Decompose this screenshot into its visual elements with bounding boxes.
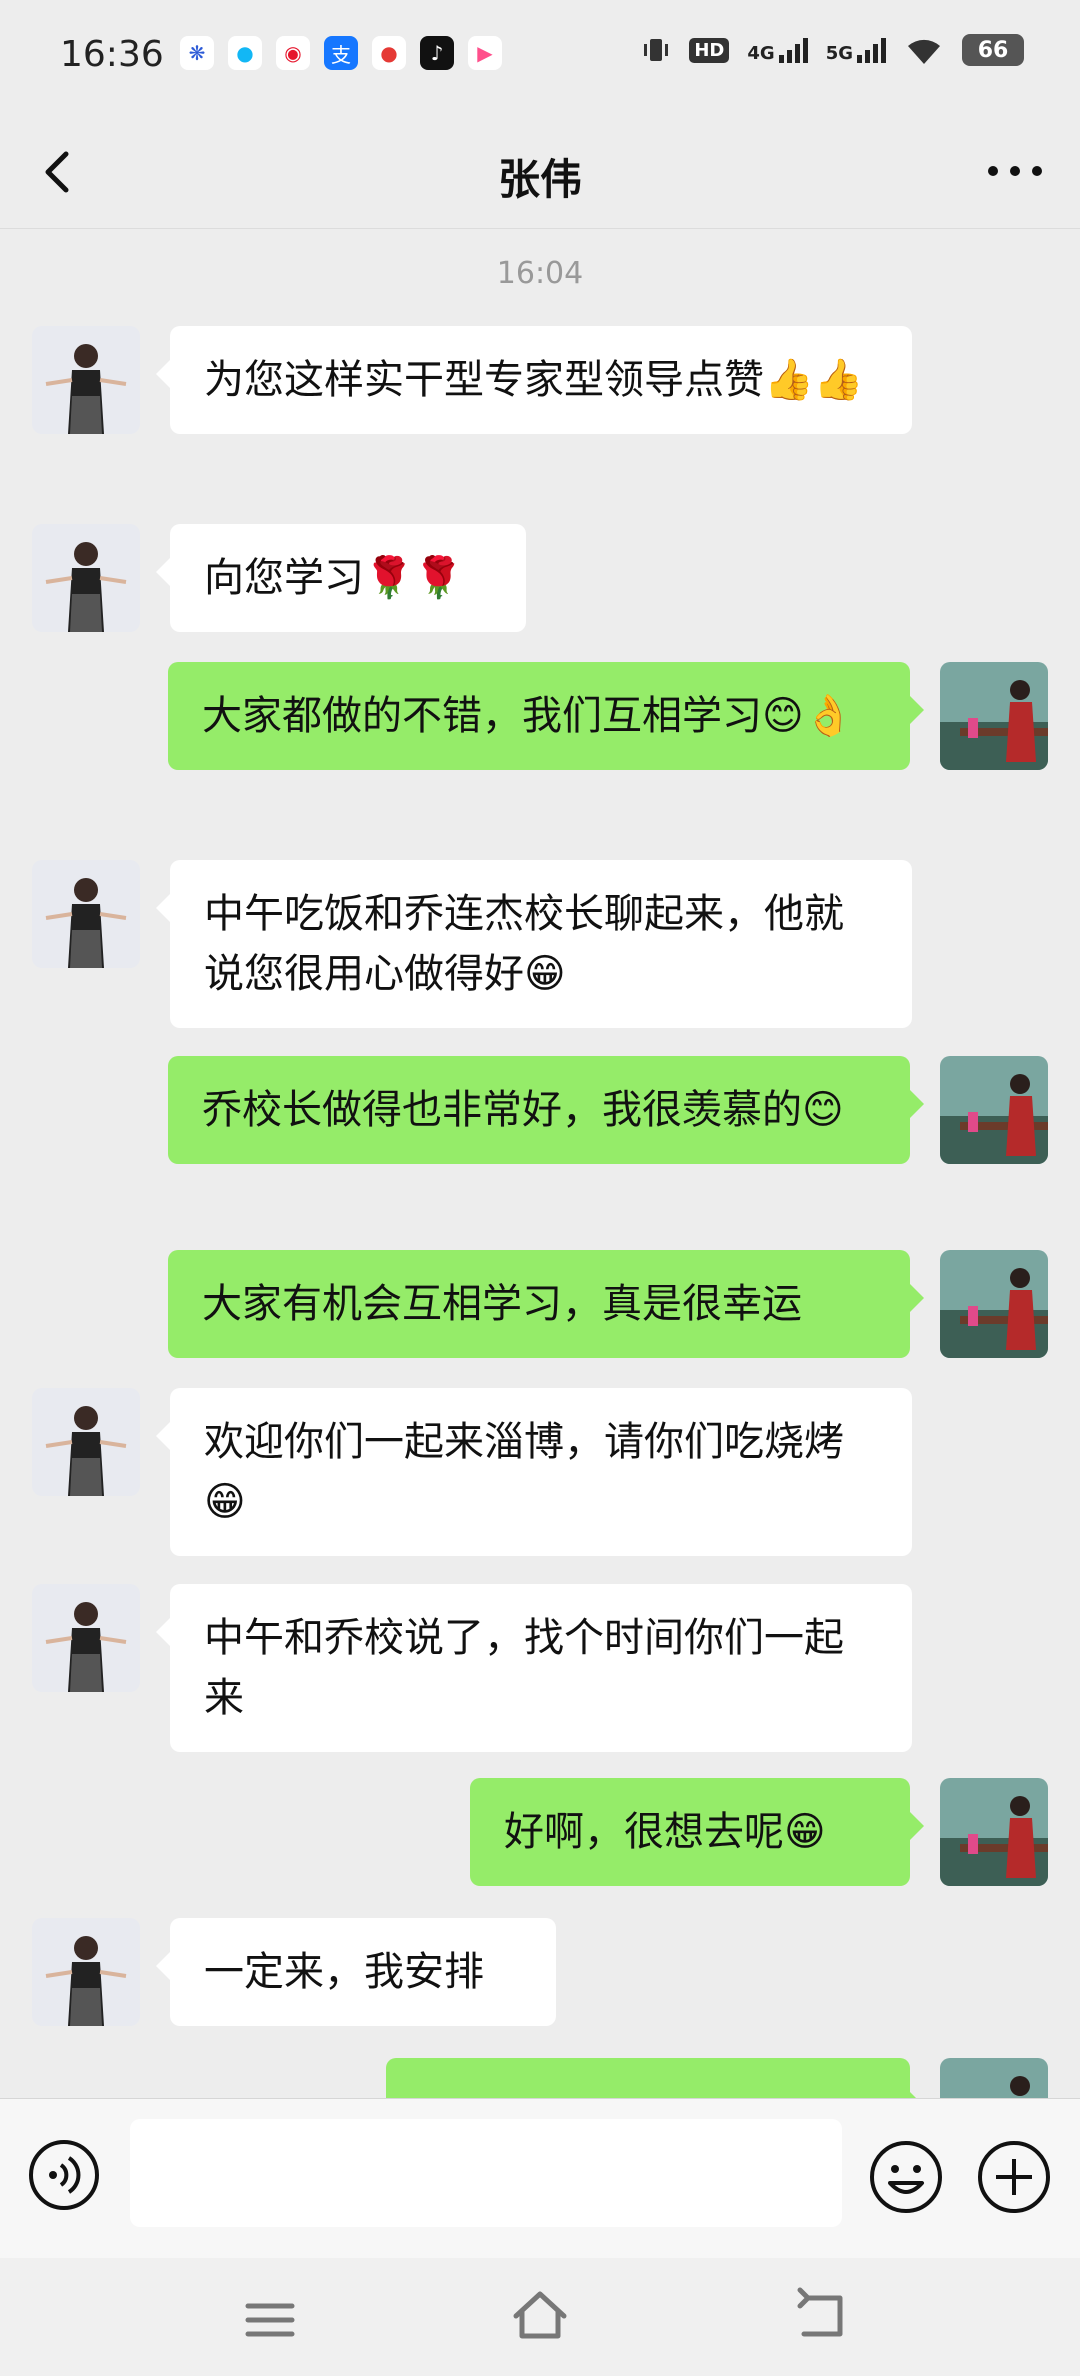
vibrate-icon [644,39,669,61]
voice-icon[interactable] [28,2139,100,2211]
message-text: 中午和乔校说了，找个时间你们一起来 [204,1615,844,1721]
my-avatar[interactable] [940,2058,1048,2098]
signal-4g-icon [778,37,808,63]
more-dots-icon[interactable] [980,146,1050,196]
map-pin-icon: ● [372,36,406,70]
chat-header: 张伟 [0,118,1080,229]
status-time: 16:36 [60,34,164,75]
battery-icon: 66 [962,34,1024,66]
my-avatar[interactable] [940,1056,1048,1164]
home-icon[interactable] [508,2284,572,2348]
my-avatar[interactable] [940,1778,1048,1886]
message-text: 欢迎你们一起来淄博，请你们吃烧烤😁 [204,1419,844,1525]
message-text: 大家都做的不错，我们互相学习😊👌 [202,693,854,739]
video-play-icon: ▶ [468,36,502,70]
status-bar: 16:36 ❋ ● ◉ 支 ● ♪ ▶ HD 4G 5G 66 [0,0,1080,118]
message-bubble[interactable]: 欢迎你们一起来淄博，请你们吃烧烤😁 [156,1388,912,1556]
message-bubble[interactable]: 中午吃饭和乔连杰校长聊起来，他就说您很用心做得好😁 [156,860,912,1028]
message-bubble[interactable]: 乔校长做得也非常好，我很羡慕的😊 [168,1056,924,1164]
hd-icon: HD [689,37,730,63]
message-text: 为您这样实干型专家型领导点赞👍👍 [204,357,864,403]
battery-level: 66 [977,37,1009,63]
message-text: 向您学习🌹🌹 [204,555,464,601]
weibo-icon: ◉ [276,36,310,70]
message-bubble[interactable]: 向您学习🌹🌹 [156,524,526,632]
contact-avatar[interactable] [32,860,140,968]
message-bubble[interactable]: 中午和乔校说了，找个时间你们一起来 [156,1584,912,1752]
chat-area[interactable]: 16:04 为您这样实干型专家型领导点赞👍👍 向您学习🌹🌹 大家都做的不错，我们… [0,228,1080,2098]
message-text: 中午吃饭和乔连杰校长聊起来，他就说您很用心做得好😁 [204,891,844,997]
my-avatar[interactable] [940,1250,1048,1358]
contact-avatar[interactable] [32,1584,140,1692]
message-text: 大家有机会互相学习，真是很幸运 [202,1281,802,1327]
douyin-icon: ♪ [420,36,454,70]
message-text: 一定来，我安排 [204,1949,484,1995]
baidu-icon: ❋ [180,36,214,70]
message-bubble[interactable]: 为您这样实干型专家型领导点赞👍👍 [156,326,912,434]
status-app-icons: ❋ ● ◉ 支 ● ♪ ▶ [180,36,502,70]
alipay-icon: 支 [324,36,358,70]
message-bubble-partial[interactable] [386,2058,924,2098]
chat-title: 张伟 [497,155,582,204]
menu-icon[interactable] [240,2290,300,2350]
network-4g-label: 4G [747,43,775,64]
message-bubble[interactable]: 好啊，很想去呢😁 [470,1778,924,1886]
message-bubble[interactable]: 一定来，我安排 [156,1918,556,2026]
message-text: 乔校长做得也非常好，我很羡慕的😊 [202,1087,844,1133]
plus-icon[interactable] [976,2139,1052,2215]
qq-icon: ● [228,36,262,70]
message-timestamp: 16:04 [496,256,584,291]
signal-5g-icon [857,37,886,63]
input-bar [0,2098,1080,2259]
contact-avatar[interactable] [32,1918,140,2026]
status-indicators: HD 4G 5G 66 [641,34,1024,66]
contact-avatar[interactable] [32,1388,140,1496]
system-nav-bar [0,2258,1080,2376]
contact-avatar[interactable] [32,524,140,632]
message-bubble[interactable]: 大家都做的不错，我们互相学习😊👌 [168,662,924,770]
back-nav-icon[interactable] [790,2284,854,2348]
wifi-icon [908,39,940,64]
message-input[interactable] [130,2119,842,2227]
network-5g-label: 5G [825,43,853,64]
emoji-icon[interactable] [868,2139,944,2215]
message-bubble[interactable]: 大家有机会互相学习，真是很幸运 [168,1250,924,1358]
my-avatar[interactable] [940,662,1048,770]
contact-avatar[interactable] [32,326,140,434]
message-text: 好啊，很想去呢😁 [504,1809,826,1855]
